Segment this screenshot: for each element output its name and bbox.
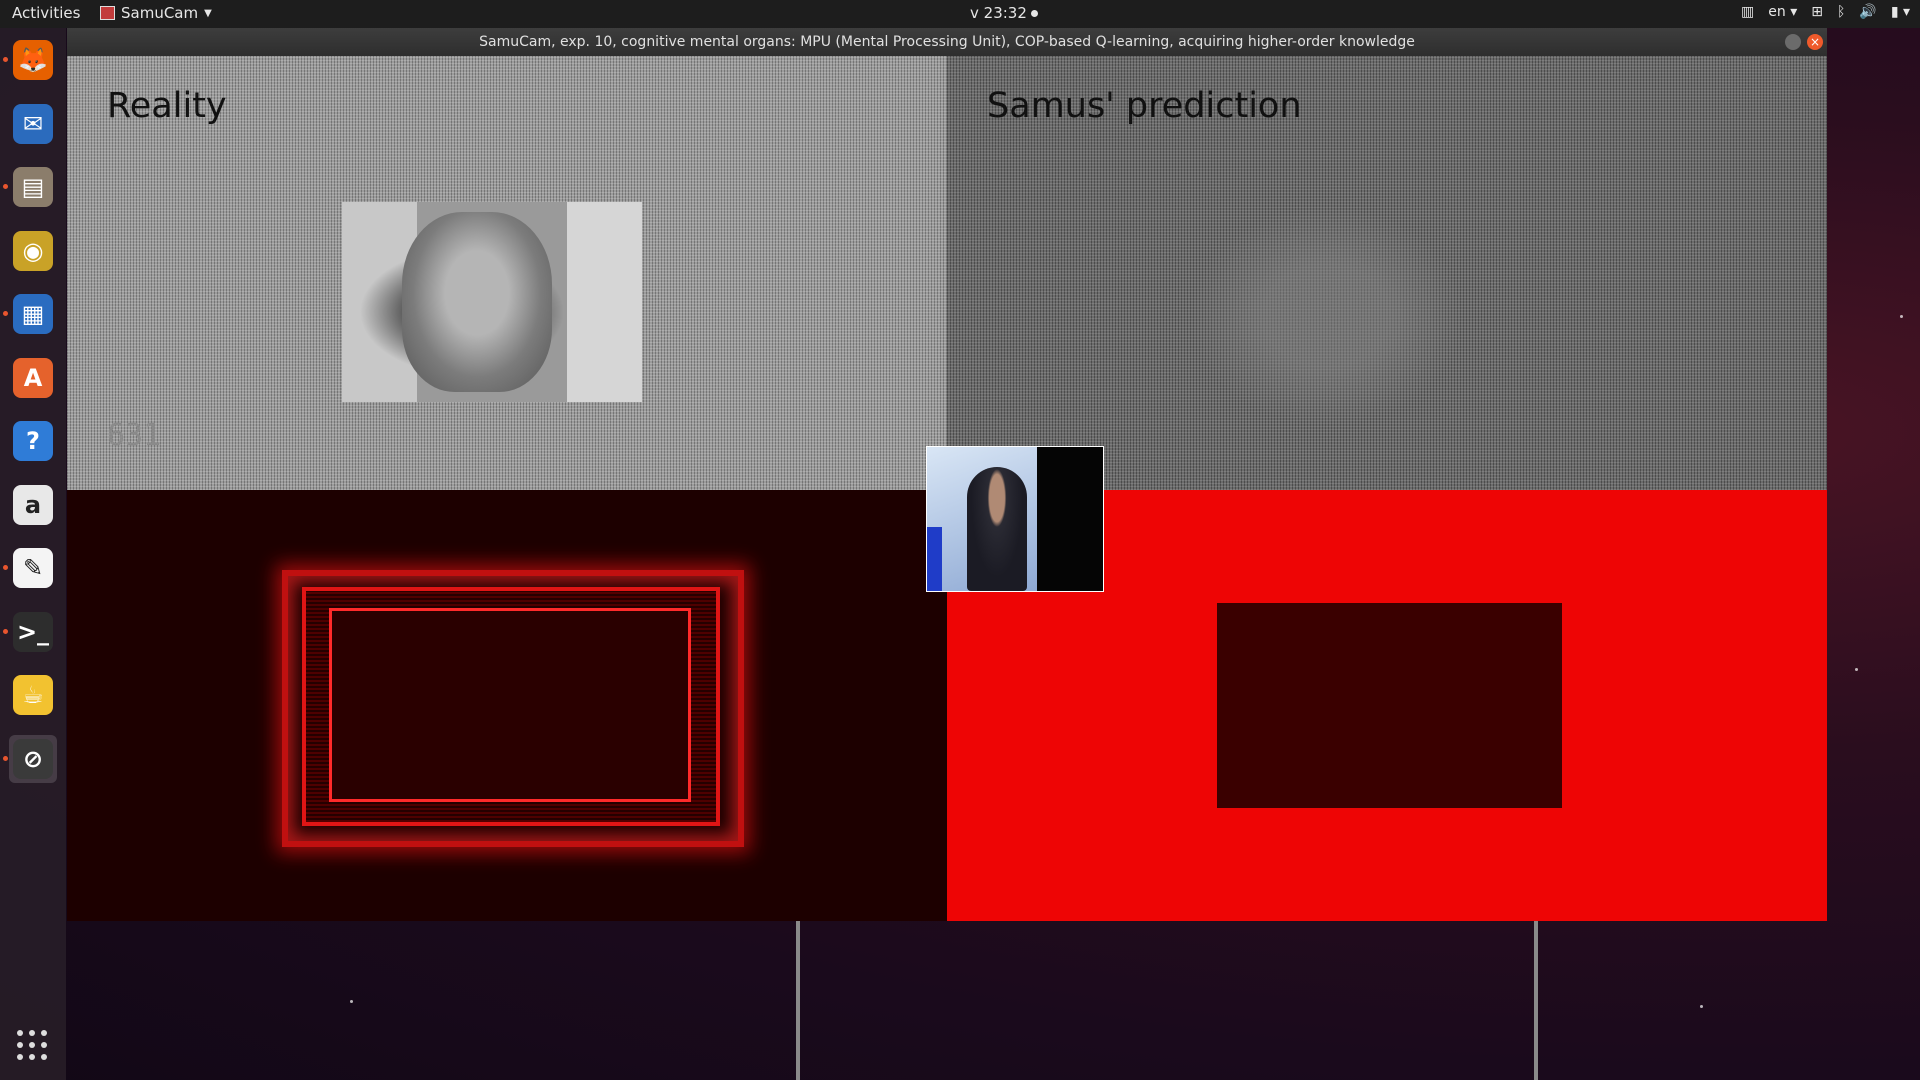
software-center-icon: A xyxy=(13,357,53,398)
desktop-divider xyxy=(1534,921,1538,1080)
amazon-launcher[interactable]: a xyxy=(9,481,57,529)
dock: 🦊 ✉ ▤ ◉ ▦ A? a ✎ >_ ☕ ⊘ xyxy=(0,28,66,1080)
running-indicator xyxy=(3,184,8,189)
firefox-icon: 🦊 xyxy=(13,40,53,80)
prediction-dark-region xyxy=(1217,603,1562,808)
top-panel: Activities SamuCam ▼ v 23:32 ▥ en ▾ ⊞ ᛒ … xyxy=(0,0,1920,28)
thunderbird-icon: ✉ xyxy=(13,103,53,144)
star-decoration xyxy=(1700,1005,1703,1008)
reality-pane: Reality 631 xyxy=(67,56,947,490)
samucam-window: SamuCam, exp. 10, cognitive mental organ… xyxy=(67,28,1827,921)
rhythmbox-launcher[interactable]: ◉ xyxy=(9,227,57,275)
minimize-button[interactable] xyxy=(1785,34,1801,50)
desktop-divider xyxy=(796,921,800,1080)
running-indicator xyxy=(3,565,8,570)
help-icon: ? xyxy=(13,421,53,461)
reality-image xyxy=(342,202,642,402)
software-center-launcher[interactable]: A xyxy=(9,354,57,402)
app-menu-label: SamuCam xyxy=(121,4,199,22)
close-button[interactable]: × xyxy=(1807,34,1823,50)
star-decoration xyxy=(350,1000,353,1003)
running-indicator xyxy=(3,755,8,761)
libreoffice-writer-icon: ▦ xyxy=(13,294,53,334)
edge-frame-inner xyxy=(329,608,691,802)
language-label: en xyxy=(1768,4,1786,20)
workspace-icon[interactable]: ▥ xyxy=(1741,4,1754,20)
sketch-app-icon: ✎ xyxy=(13,548,53,588)
help-launcher[interactable]: ? xyxy=(9,417,57,465)
running-indicator xyxy=(3,628,8,634)
prediction-label: Samus' prediction xyxy=(987,86,1302,126)
language-indicator[interactable]: en ▾ xyxy=(1768,4,1797,20)
star-decoration xyxy=(1855,668,1858,671)
files-icon: ▤ xyxy=(13,167,53,207)
volume-icon[interactable]: 🔊 xyxy=(1859,4,1876,20)
network-icon[interactable]: ⊞ xyxy=(1811,4,1823,20)
libreoffice-writer-launcher[interactable]: ▦ xyxy=(3,290,57,338)
teapot-icon: ☕ xyxy=(13,675,53,715)
terminal-launcher[interactable]: >_ xyxy=(3,608,57,656)
window-titlebar[interactable]: SamuCam, exp. 10, cognitive mental organ… xyxy=(67,28,1827,56)
window-title: SamuCam, exp. 10, cognitive mental organ… xyxy=(479,34,1415,50)
reality-label: Reality xyxy=(107,86,227,126)
chevron-down-icon: ▼ xyxy=(204,7,212,19)
firefox-launcher[interactable]: 🦊 xyxy=(3,36,57,84)
files-launcher[interactable]: ▤ xyxy=(3,163,57,211)
prediction-pane: Samus' prediction xyxy=(947,56,1827,490)
activities-button[interactable]: Activities xyxy=(12,4,80,22)
teapot-launcher[interactable]: ☕ xyxy=(9,671,57,719)
clock-label: v 23:32 xyxy=(970,4,1027,22)
rhythmbox-icon: ◉ xyxy=(13,230,53,271)
person-image xyxy=(967,467,1027,591)
clock[interactable]: v 23:32 xyxy=(970,4,1038,22)
notification-dot-icon xyxy=(1030,10,1038,17)
star-decoration xyxy=(1900,315,1903,318)
webcam-thumbnail xyxy=(926,446,1104,592)
samucam-icon: ⊘ xyxy=(13,738,53,779)
show-applications-icon[interactable] xyxy=(17,1030,49,1062)
running-indicator xyxy=(3,311,8,316)
bluetooth-icon[interactable]: ᛒ xyxy=(1837,4,1845,20)
thunderbird-launcher[interactable]: ✉ xyxy=(9,100,57,148)
running-indicator xyxy=(3,57,8,62)
samucam-app-icon xyxy=(100,6,115,20)
sketch-app-launcher[interactable]: ✎ xyxy=(3,544,57,592)
battery-icon[interactable]: ▮ ▾ xyxy=(1891,4,1910,20)
reality-edge-map xyxy=(67,490,947,921)
system-tray[interactable]: ▥ en ▾ ⊞ ᛒ 🔊 ▮ ▾ xyxy=(1741,4,1910,20)
amazon-icon: a xyxy=(13,484,53,525)
frame-counter: 631 xyxy=(107,418,162,453)
samucam-launcher[interactable]: ⊘ xyxy=(3,734,57,783)
prediction-image xyxy=(1177,196,1477,436)
terminal-icon: >_ xyxy=(13,611,53,652)
app-menu[interactable]: SamuCam ▼ xyxy=(100,4,212,22)
